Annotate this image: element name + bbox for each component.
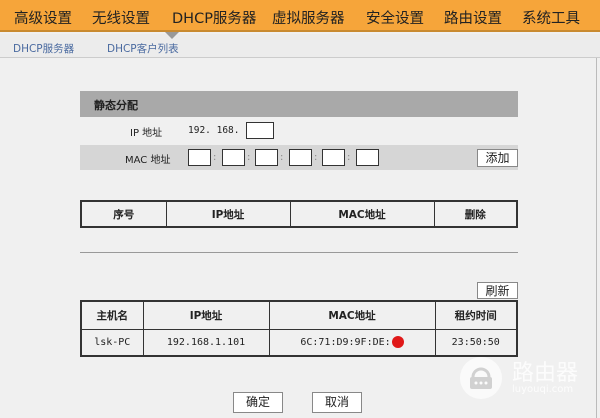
cell-hostname: lsk-PC	[80, 328, 144, 357]
nav-virtual-server[interactable]: 虚拟服务器	[272, 7, 345, 28]
mac-sep: :	[314, 152, 318, 163]
mac-sep: :	[213, 152, 217, 163]
static-binding-table: 序号 IP地址 MAC地址 删除	[80, 200, 518, 228]
col-ip: IP地址	[165, 200, 291, 228]
col-ip: IP地址	[142, 300, 270, 330]
divider	[80, 252, 518, 253]
col-mac: MAC地址	[289, 200, 435, 228]
nav-security[interactable]: 安全设置	[366, 7, 424, 28]
table-header-row: 序号 IP地址 MAC地址 删除	[80, 200, 518, 228]
router-lock-icon	[460, 357, 502, 399]
mac-label: MAC 地址	[125, 155, 171, 166]
nav-wireless[interactable]: 无线设置	[92, 7, 150, 28]
mac-sep: :	[280, 152, 284, 163]
redaction-dot	[391, 336, 404, 349]
nav-dhcp[interactable]: DHCP服务器	[172, 7, 256, 28]
mac-input-4[interactable]	[289, 149, 312, 166]
sub-nav: DHCP服务器 DHCP客户列表	[0, 34, 600, 58]
mac-sep: :	[347, 152, 351, 163]
nav-advanced[interactable]: 高级设置	[14, 7, 72, 28]
subnav-dhcp-clients[interactable]: DHCP客户列表	[107, 41, 179, 56]
cancel-button[interactable]: 取消	[312, 392, 362, 413]
mac-input-2[interactable]	[222, 149, 245, 166]
refresh-button[interactable]: 刷新	[477, 282, 518, 299]
cell-mac: 6C:71:D9:9F:DE:	[268, 328, 436, 357]
watermark-text: 路由器	[512, 361, 579, 386]
active-tab-indicator	[165, 32, 179, 39]
col-mac: MAC地址	[268, 300, 436, 330]
col-lease: 租约时间	[434, 300, 518, 330]
ok-button[interactable]: 确定	[233, 392, 283, 413]
cell-lease: 23:50:50	[434, 328, 518, 357]
nav-system-tools[interactable]: 系统工具	[522, 7, 580, 28]
add-button[interactable]: 添加	[477, 149, 518, 167]
subnav-dhcp-server[interactable]: DHCP服务器	[13, 41, 74, 56]
table-row: lsk-PC 192.168.1.101 6C:71:D9:9F:DE: 23:…	[80, 328, 518, 357]
mac-input-3[interactable]	[255, 149, 278, 166]
col-hostname: 主机名	[80, 300, 144, 330]
col-delete: 删除	[433, 200, 518, 228]
mac-input-1[interactable]	[188, 149, 211, 166]
mac-text: 6C:71:D9:9F:DE:	[300, 337, 391, 349]
mac-input-6[interactable]	[356, 149, 379, 166]
ip-label: IP 地址	[130, 128, 163, 139]
watermark-url: luyouqi.com	[512, 384, 574, 395]
nav-routing[interactable]: 路由设置	[444, 7, 502, 28]
cell-ip: 192.168.1.101	[142, 328, 270, 357]
ip-last-octet-input[interactable]	[246, 122, 274, 139]
section-title: 静态分配	[80, 91, 518, 117]
main-nav: 高级设置 无线设置 DHCP服务器 虚拟服务器 安全设置 路由设置 系统工具	[0, 0, 600, 32]
mac-input-5[interactable]	[322, 149, 345, 166]
col-index: 序号	[80, 200, 167, 228]
table-header-row: 主机名 IP地址 MAC地址 租约时间	[80, 300, 518, 330]
mac-sep: :	[247, 152, 251, 163]
scrollbar-edge	[596, 58, 597, 418]
client-list-table: 主机名 IP地址 MAC地址 租约时间 lsk-PC 192.168.1.101…	[80, 300, 518, 357]
